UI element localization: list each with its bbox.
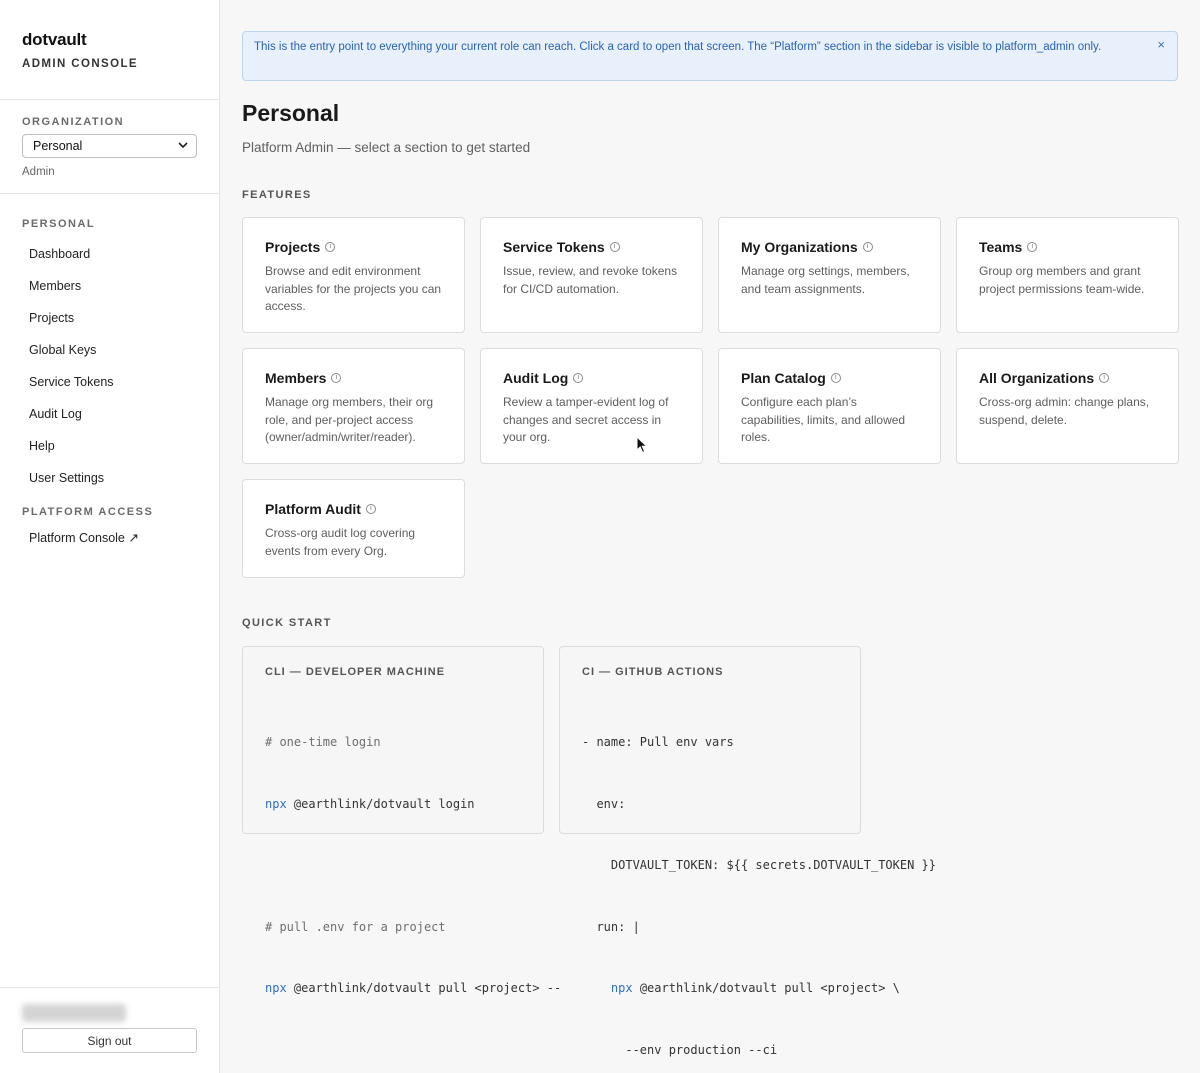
card-all-organizations[interactable]: All Organizations i Cross-org admin: chan… [956,348,1179,464]
code-line: - name: Pull env vars [582,735,734,749]
sidebar-nav: PERSONAL Dashboard Members Projects Glob… [0,194,219,554]
feature-card-grid: Projects i Browse and edit environment va… [242,217,1179,578]
card-description: Review a tamper-evident log of changes a… [503,395,669,444]
card-title: Platform Audit [265,501,361,517]
cli-code-block[interactable]: # one-time login npx @earthlink/dotvault… [265,691,561,1040]
info-icon: i [573,373,584,383]
sidebar: dotvault ADMIN CONSOLE ORGANIZATION Pers… [0,0,220,1073]
card-title: Teams [979,239,1023,255]
card-description: Issue, review, and revoke tokens for CI/… [503,264,678,296]
sign-out-button[interactable]: Sign out [22,1028,197,1053]
organization-role: Admin [22,166,55,178]
sidebar-item-projects[interactable]: Projects [22,302,197,334]
page-title: Personal [242,100,340,126]
info-icon: i [365,504,376,514]
code-line: npx @earthlink/dotvault pull <project> \ [582,978,900,999]
info-icon: i [609,242,620,252]
card-service-tokens[interactable]: Service Tokens i Issue, review, and revok… [480,217,703,333]
card-title: Plan Catalog [741,370,826,386]
sidebar-item-user-settings[interactable]: User Settings [22,462,197,494]
sidebar-item-global-keys[interactable]: Global Keys [22,334,197,366]
code-keyword: npx [265,981,287,995]
brand-subtitle: ADMIN CONSOLE [22,58,138,70]
cli-snippet-card: CLI — DEVELOPER MACHINE # one-time login… [242,646,561,995]
mouse-cursor-icon [636,436,648,454]
code-line: npx @earthlink/dotvault pull <project> -… [265,978,561,999]
user-email-redacted [22,1004,126,1022]
cli-snippet-title: CLI — DEVELOPER MACHINE [265,666,446,678]
info-banner: This is the entry point to everything yo… [242,31,1178,81]
organization-selected-value: Personal [33,139,83,153]
code-comment: # pull .env for a project [265,919,446,934]
sidebar-item-service-tokens[interactable]: Service Tokens [22,366,197,398]
ci-code-block[interactable]: - name: Pull env vars env: DOTVAULT_TOKE… [582,691,937,1073]
card-description: Group org members and grant project perm… [979,264,1145,296]
info-icon: i [325,242,336,252]
code-text: @earthlink/dotvault login [286,796,475,811]
sidebar-footer: Sign out [0,987,219,1073]
info-icon: i [331,373,342,383]
info-icon: i [1027,242,1038,252]
card-description: Cross-org admin: change plans, suspend, … [979,395,1150,427]
card-title: Members [265,370,327,386]
page-subtitle: Platform Admin — select a section to get… [242,140,531,155]
info-icon: i [830,373,841,383]
info-icon: i [1099,373,1110,383]
card-audit-log[interactable]: Audit Log i Review a tamper-evident log o… [480,348,703,464]
code-text: @earthlink/dotvault pull <project> \ [632,981,900,995]
ci-snippet-title: CI — GITHUB ACTIONS [582,666,724,678]
code-line: --env production --ci [582,1042,778,1057]
organization-select[interactable]: Personal [22,134,197,158]
card-title: My Organizations [741,239,858,255]
ci-snippet-card: CI — GITHUB ACTIONS - name: Pull env var… [559,646,936,1057]
card-description: Configure each plan’s capabilities, limi… [741,395,906,444]
card-description: Cross-org audit log covering events from… [265,526,416,558]
card-description: Manage org settings, members, and team a… [741,264,910,296]
code-keyword: npx [610,981,633,995]
sidebar-item-platform-console[interactable]: Platform Console ↗ [22,522,197,554]
sidebar-item-help[interactable]: Help [22,430,197,462]
card-title: Audit Log [503,370,569,386]
code-line: DOTVAULT_TOKEN: ${{ secrets.DOTVAULT_TOK… [582,858,937,872]
code-line: run: | [582,919,640,934]
code-line: npx @earthlink/dotvault login [265,794,521,815]
card-title: All Organizations [979,370,1095,386]
brand-name: dotvault [22,30,87,49]
organization-label: ORGANIZATION [22,116,125,128]
brand: dotvault ADMIN CONSOLE [0,0,219,100]
info-icon: i [862,242,873,252]
code-keyword: npx [265,796,287,811]
card-title: Projects [265,239,321,255]
card-title: Service Tokens [503,239,605,255]
quick-start-section-label: QUICK START [242,617,332,629]
card-teams[interactable]: Teams i Group org members and grant proje… [956,217,1179,333]
info-banner-text: This is the entry point to everything yo… [254,41,1102,53]
quick-start-row: CLI — DEVELOPER MACHINE # one-time login… [242,646,1178,1057]
card-projects[interactable]: Projects i Browse and edit environment va… [242,217,465,333]
chevron-down-icon [178,140,188,152]
card-my-organizations[interactable]: My Organizations i Manage org settings, m… [718,217,941,333]
personal-section-label: PERSONAL [22,218,96,230]
sidebar-item-audit-log[interactable]: Audit Log [22,398,197,430]
code-line: env: [582,796,626,811]
organization-block: ORGANIZATION Personal Admin [0,100,219,194]
code-text: @earthlink/dotvault pull <project> -- [286,981,562,995]
sidebar-item-members[interactable]: Members [22,270,197,302]
card-description: Browse and edit environment variables fo… [265,264,442,313]
card-platform-audit[interactable]: Platform Audit i Cross-org audit log cove… [242,479,465,578]
close-icon[interactable]: × [1157,36,1165,54]
card-members[interactable]: Members i Manage org members, their org r… [242,348,465,464]
platform-access-label: PLATFORM ACCESS [22,506,154,518]
card-plan-catalog[interactable]: Plan Catalog i Configure each plan’s capa… [718,348,941,464]
features-section-label: FEATURES [242,189,312,201]
card-description: Manage org members, their org role, and … [265,395,434,444]
main-content: This is the entry point to everything yo… [242,0,1179,1057]
code-comment: # one-time login [265,735,381,749]
sidebar-item-dashboard[interactable]: Dashboard [22,238,197,270]
